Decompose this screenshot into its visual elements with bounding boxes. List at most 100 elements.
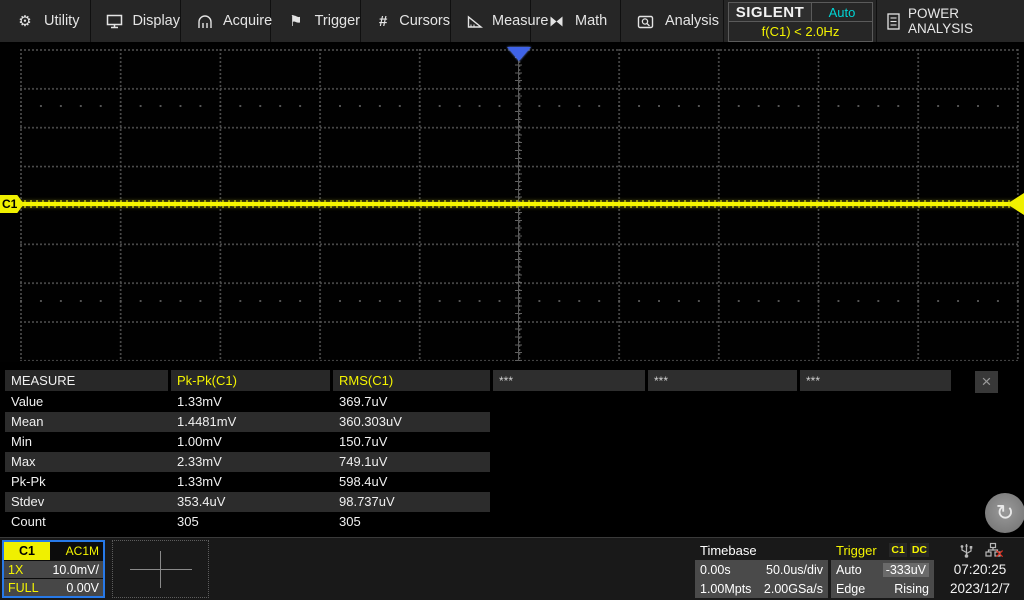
crosshair-icon bbox=[130, 569, 192, 570]
c1-trace[interactable] bbox=[0, 202, 1024, 206]
trigger-coupling-badge: DC bbox=[910, 543, 929, 557]
timebase-title: Timebase bbox=[700, 543, 757, 558]
lan-x-overlay: ✕ bbox=[994, 547, 1004, 561]
timebase-memory-depth: 1.00Mpts bbox=[700, 582, 751, 596]
measure-icon bbox=[466, 14, 483, 29]
stat-value: 2.33mV bbox=[171, 452, 333, 472]
clock-date: 2023/12/7 bbox=[938, 579, 1022, 598]
trigger-level-marker[interactable] bbox=[1007, 193, 1024, 215]
usb-icon bbox=[960, 542, 973, 559]
menu-label: Analysis bbox=[665, 13, 719, 29]
c1-offset: 0.00V bbox=[66, 581, 99, 595]
stat-value: 150.7uV bbox=[333, 432, 490, 452]
stat-value: 1.33mV bbox=[171, 392, 333, 412]
lan-disconnected-icon: ✕ bbox=[985, 542, 1001, 558]
frequency-counter: f(C1) < 2.0Hz bbox=[728, 22, 873, 42]
stat-value: 305 bbox=[333, 512, 490, 532]
measure-column-empty[interactable]: *** bbox=[493, 370, 645, 391]
acquire-icon bbox=[196, 14, 214, 29]
menu-item-analysis[interactable]: Analysis bbox=[621, 0, 724, 42]
stat-label: Max bbox=[5, 452, 171, 472]
measure-column-empty[interactable]: *** bbox=[648, 370, 797, 391]
measure-header-row: MEASURE Pk-Pk(C1) RMS(C1) *** *** *** bbox=[0, 370, 1024, 391]
rotate-arrows-icon: ↻ bbox=[996, 500, 1014, 526]
crosshair-icon bbox=[160, 551, 161, 588]
trigger-title: Trigger bbox=[836, 543, 877, 558]
timebase-descriptor[interactable]: Timebase 0.00s 50.0us/div 1.00Mpts 2.00G… bbox=[695, 540, 828, 598]
menu-label: Cursors bbox=[399, 13, 450, 29]
clock-status-area: ✕ 07:20:25 2023/12/7 bbox=[938, 540, 1022, 598]
measure-row-pkpk: Pk-Pk 1.33mV 598.4uV bbox=[5, 472, 490, 492]
measure-title: MEASURE bbox=[5, 370, 168, 391]
stat-value: 1.00mV bbox=[171, 432, 333, 452]
measure-row-max: Max 2.33mV 749.1uV bbox=[5, 452, 490, 472]
stat-value: 98.737uV bbox=[333, 492, 490, 512]
menu-item-math[interactable]: Math bbox=[531, 0, 621, 42]
menu-label: Acquire bbox=[223, 13, 272, 29]
measure-column-rms[interactable]: RMS(C1) bbox=[333, 370, 490, 391]
stat-label: Stdev bbox=[5, 492, 171, 512]
menu-label: Utility bbox=[44, 13, 79, 29]
trigger-type: Edge bbox=[836, 582, 865, 596]
clock-time: 07:20:25 bbox=[938, 560, 1022, 579]
empty-trace-slot[interactable] bbox=[112, 540, 209, 598]
gear-icon: ⚙ bbox=[15, 12, 35, 30]
power-analysis-button[interactable]: POWER ANALYSIS bbox=[876, 0, 1024, 42]
stat-label: Min bbox=[5, 432, 171, 452]
trigger-position-marker[interactable] bbox=[507, 47, 531, 61]
display-icon bbox=[106, 14, 123, 29]
stat-value: 305 bbox=[171, 512, 333, 532]
measure-row-count: Count 305 305 bbox=[5, 512, 490, 532]
acquisition-status: Auto bbox=[812, 2, 873, 22]
status-bar: C1 AC1M 1X 10.0mV/ FULL 0.00V Timebase 0… bbox=[0, 537, 1024, 600]
stat-value: 369.7uV bbox=[333, 392, 490, 412]
c1-coupling: AC1M bbox=[66, 544, 103, 558]
stat-value: 598.4uV bbox=[333, 472, 490, 492]
document-icon bbox=[887, 13, 900, 30]
timebase-scale: 50.0us/div bbox=[766, 563, 823, 577]
waveform-display[interactable]: C1 bbox=[0, 44, 1024, 362]
c1-vertical-scale: 10.0mV/ bbox=[52, 563, 99, 577]
stat-label: Value bbox=[5, 392, 171, 412]
cursors-icon: # bbox=[376, 13, 390, 30]
stat-value: 1.4481mV bbox=[171, 412, 333, 432]
menu-item-trigger[interactable]: ⚑ Trigger bbox=[271, 0, 361, 42]
brand-status-block: SIGLENT Auto f(C1) < 2.0Hz bbox=[728, 2, 873, 42]
c1-bandwidth: FULL bbox=[8, 581, 39, 595]
menu-label: Trigger bbox=[315, 13, 360, 29]
menu-item-acquire[interactable]: Acquire bbox=[181, 0, 271, 42]
menu-item-cursors[interactable]: # Cursors bbox=[361, 0, 451, 42]
menu-label: Math bbox=[575, 13, 607, 29]
close-icon[interactable]: × bbox=[975, 371, 998, 393]
channel-c1-descriptor[interactable]: C1 AC1M 1X 10.0mV/ FULL 0.00V bbox=[2, 540, 105, 598]
gesture-button[interactable]: ↻ bbox=[985, 493, 1024, 533]
timebase-sample-rate: 2.00GSa/s bbox=[764, 582, 823, 596]
trigger-descriptor[interactable]: Trigger C1 DC Auto -333uV Edge Rising bbox=[831, 540, 934, 598]
measure-rows: Value 1.33mV 369.7uV Mean 1.4481mV 360.3… bbox=[0, 392, 1024, 532]
measure-column-empty[interactable]: *** bbox=[800, 370, 951, 391]
stat-label: Count bbox=[5, 512, 171, 532]
measure-row-mean: Mean 1.4481mV 360.303uV bbox=[5, 412, 490, 432]
measure-row-min: Min 1.00mV 150.7uV bbox=[5, 432, 490, 452]
c1-attenuation: 1X bbox=[8, 563, 23, 577]
trigger-slope: Rising bbox=[894, 582, 929, 596]
trigger-level: -333uV bbox=[883, 563, 929, 577]
menu-item-display[interactable]: Display bbox=[91, 0, 181, 42]
menu-label: Display bbox=[132, 13, 180, 29]
stat-label: Mean bbox=[5, 412, 171, 432]
stat-label: Pk-Pk bbox=[5, 472, 171, 492]
stat-value: 749.1uV bbox=[333, 452, 490, 472]
stat-value: 353.4uV bbox=[171, 492, 333, 512]
math-bowtie-icon bbox=[546, 14, 566, 29]
menu-item-utility[interactable]: ⚙ Utility bbox=[0, 0, 91, 42]
trigger-source-badge: C1 bbox=[889, 543, 906, 557]
analysis-magnifier-icon bbox=[636, 14, 656, 29]
stat-value: 360.303uV bbox=[333, 412, 490, 432]
timebase-delay: 0.00s bbox=[700, 563, 731, 577]
measure-column-pkpk[interactable]: Pk-Pk(C1) bbox=[171, 370, 330, 391]
trigger-flag-icon: ⚑ bbox=[286, 12, 306, 30]
power-analysis-label: POWER ANALYSIS bbox=[908, 6, 1024, 36]
stat-value: 1.33mV bbox=[171, 472, 333, 492]
menu-item-measure[interactable]: Measure bbox=[451, 0, 531, 42]
siglent-logo: SIGLENT bbox=[728, 2, 812, 22]
